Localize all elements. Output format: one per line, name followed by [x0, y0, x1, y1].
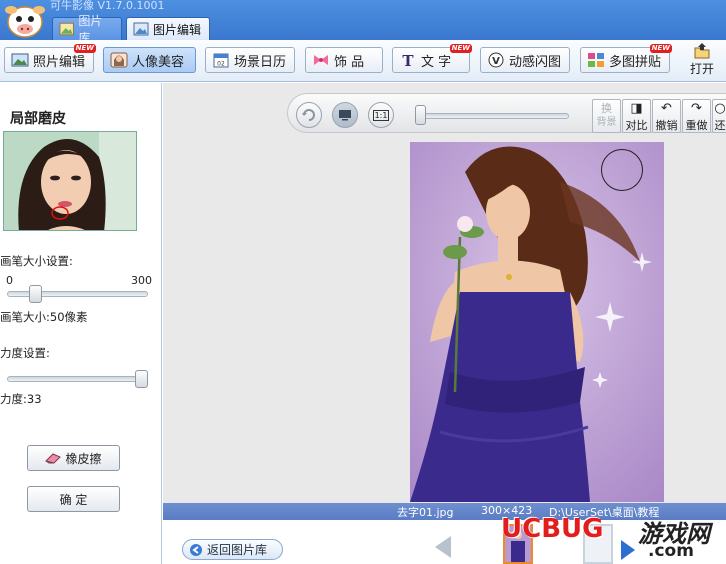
- actual-size-button[interactable]: 1:1: [368, 102, 394, 128]
- tab-image-editor[interactable]: 图片编辑: [126, 17, 210, 40]
- zoom-slider[interactable]: [419, 113, 569, 119]
- redo-label: 重做: [685, 119, 708, 132]
- text-icon: T: [402, 52, 414, 68]
- flash-animation-button[interactable]: V 动感闪图: [480, 47, 570, 73]
- watermark-logo: UCBUG 游戏网 .com: [501, 509, 726, 564]
- swap-bg-icon: 换: [601, 102, 612, 115]
- collage-button[interactable]: 多图拼贴 NEW: [580, 44, 672, 73]
- confirm-label: 确 定: [59, 492, 88, 507]
- title-bar: 可牛影像 V1.7.0.1001 图片库 图片编辑: [0, 0, 726, 45]
- compare-label: 对比: [625, 119, 648, 132]
- filmstrip: 返回图片库 UCBUG 游戏网 .com: [163, 514, 726, 564]
- svg-text:V: V: [492, 56, 500, 67]
- restore-label: 还: [714, 119, 726, 132]
- image-library-icon: [59, 22, 74, 36]
- undo-icon: ↶: [661, 101, 672, 116]
- image-edit-icon: [133, 22, 149, 36]
- brush-size-label: 画笔大小设置:: [0, 254, 73, 268]
- status-filename: 去字01.jpg: [397, 506, 454, 519]
- undo-label: 撤销: [655, 119, 678, 132]
- tool-panel: 局部磨皮 画笔大小设置: 0 300 画笔大小:50像素 力度设置: 力度:33…: [0, 83, 162, 564]
- eraser-icon: [45, 453, 62, 464]
- swap-bg-label: 背景: [596, 117, 617, 128]
- photo-edit-icon: [11, 53, 29, 67]
- watermark-brand: UCBUG: [501, 514, 604, 544]
- compare-icon: ◨: [630, 101, 643, 116]
- redo-button[interactable]: ↷ 重做: [682, 99, 711, 133]
- fit-window-button[interactable]: [332, 102, 358, 128]
- strength-label: 力度设置:: [0, 346, 50, 360]
- new-badge: NEW: [449, 44, 472, 53]
- brush-max-label: 300: [131, 274, 152, 287]
- bow-icon: [314, 55, 328, 65]
- accessories-button[interactable]: 饰 品: [305, 47, 383, 73]
- toolbar-label: 人像美容: [132, 54, 185, 70]
- new-badge: NEW: [73, 44, 96, 53]
- open-button[interactable]: 打开: [683, 42, 721, 80]
- calendar-icon: 02: [213, 53, 229, 68]
- brush-size-slider-handle[interactable]: [28, 285, 42, 303]
- strength-slider-handle[interactable]: [135, 370, 148, 388]
- prev-image-arrow-icon[interactable]: [435, 536, 451, 558]
- redo-icon: ↷: [691, 101, 702, 116]
- strength-value: 力度:33: [0, 392, 42, 406]
- back-to-library-button[interactable]: 返回图片库: [182, 539, 283, 560]
- portrait-icon: [110, 52, 128, 68]
- eraser-label: 橡皮擦: [65, 451, 102, 466]
- rotate-icon: [302, 109, 315, 121]
- restore-icon: ○: [714, 101, 726, 116]
- photo-edit-button[interactable]: 照片编辑 NEW: [4, 44, 96, 73]
- portrait-preview: [3, 131, 137, 231]
- svg-text:T: T: [402, 52, 414, 68]
- brush-min-label: 0: [6, 274, 13, 287]
- edited-photo-image: [410, 142, 664, 502]
- main-toolbar: 照片编辑 NEW 人像美容 02 场景日历 饰 品 T 文 字 NEW V 动感…: [0, 40, 726, 82]
- tab-label: 图片编辑: [153, 22, 202, 37]
- brush-cursor: [601, 149, 643, 191]
- strength-slider[interactable]: [7, 376, 148, 382]
- open-folder-icon: [694, 43, 710, 59]
- svg-text:02: 02: [217, 61, 225, 68]
- text-button[interactable]: T 文 字 NEW: [392, 44, 472, 73]
- portrait-beauty-button[interactable]: 人像美容: [103, 47, 196, 73]
- view-toolbar: 1:1 换 背景 ◨ 对比 ↶ 撤销 ↷ 重做 ○ 还: [287, 93, 726, 133]
- rotate-button[interactable]: [296, 102, 322, 128]
- scene-calendar-button[interactable]: 02 场景日历: [205, 47, 295, 73]
- panel-title: 局部磨皮: [10, 111, 66, 127]
- brush-size-value: 画笔大小:50像素: [0, 310, 88, 324]
- toolbar-label: 文 字: [421, 54, 452, 70]
- toolbar-label: 饰 品: [334, 54, 365, 70]
- edited-photo: [410, 142, 664, 502]
- watermark-domain: .com: [648, 541, 694, 561]
- portrait-preview-image: [4, 132, 136, 230]
- monitor-icon: [339, 110, 351, 121]
- new-badge: NEW: [649, 44, 672, 53]
- toolbar-label: 动感闪图: [509, 54, 562, 70]
- compare-button[interactable]: ◨ 对比: [622, 99, 651, 133]
- confirm-button[interactable]: 确 定: [27, 486, 120, 512]
- back-arrow-icon: [190, 543, 202, 556]
- toolbar-label: 多图拼贴: [609, 54, 662, 70]
- cow-logo-icon: [5, 6, 45, 38]
- restore-button[interactable]: ○ 还: [712, 99, 726, 133]
- zoom-slider-handle[interactable]: [415, 105, 426, 125]
- actual-size-label: 1:1: [372, 109, 390, 121]
- toolbar-label: 照片编辑: [33, 54, 86, 70]
- eraser-button[interactable]: 橡皮擦: [27, 445, 120, 471]
- swap-background-button[interactable]: 换 背景: [592, 99, 621, 133]
- open-label: 打开: [689, 62, 714, 76]
- back-label: 返回图片库: [207, 543, 268, 557]
- canvas-area: 1:1 换 背景 ◨ 对比 ↶ 撤销 ↷ 重做 ○ 还: [163, 83, 726, 503]
- undo-button[interactable]: ↶ 撤销: [652, 99, 681, 133]
- toolbar-label: 场景日历: [234, 54, 287, 70]
- tab-image-library[interactable]: 图片库: [52, 14, 122, 45]
- collage-icon: [588, 53, 604, 67]
- flash-icon: V: [488, 52, 504, 68]
